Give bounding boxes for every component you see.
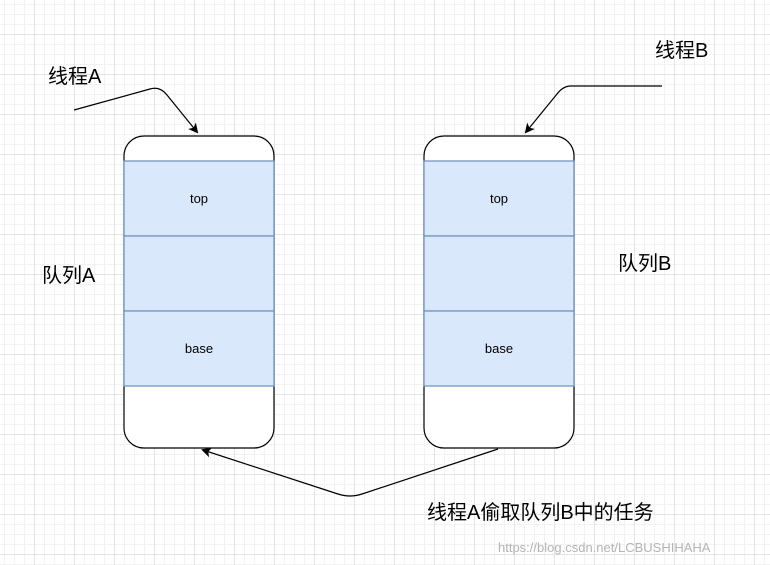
queue-a-base-label: base <box>185 341 213 356</box>
queue-b-base-label: base <box>485 341 513 356</box>
queue-a-label: 队列A <box>42 264 96 287</box>
thread-a-arrow <box>73 87 199 134</box>
thread-b-arrow <box>524 85 662 134</box>
queue-b-cell-middle <box>423 235 575 312</box>
thread-b-label: 线程B <box>655 39 708 62</box>
diagram-svg: top base top base 线程A 线程B 队列A 队列B 线程A偷取队… <box>42 39 711 555</box>
steal-arrow <box>201 447 499 497</box>
queue-b: top base <box>423 135 575 449</box>
queue-b-top-label: top <box>490 191 508 206</box>
queue-a: top base <box>123 135 275 449</box>
diagram-canvas: top base top base 线程A 线程B 队列A 队列B 线程A偷取队… <box>0 0 770 565</box>
queue-a-top-label: top <box>190 191 208 206</box>
steal-note-label: 线程A偷取队列B中的任务 <box>427 501 654 524</box>
thread-a-label: 线程A <box>48 65 102 88</box>
watermark-text: https://blog.csdn.net/LCBUSHIHAHA <box>498 540 711 555</box>
queue-a-cell-middle <box>123 235 275 312</box>
queue-b-label: 队列B <box>618 252 671 275</box>
